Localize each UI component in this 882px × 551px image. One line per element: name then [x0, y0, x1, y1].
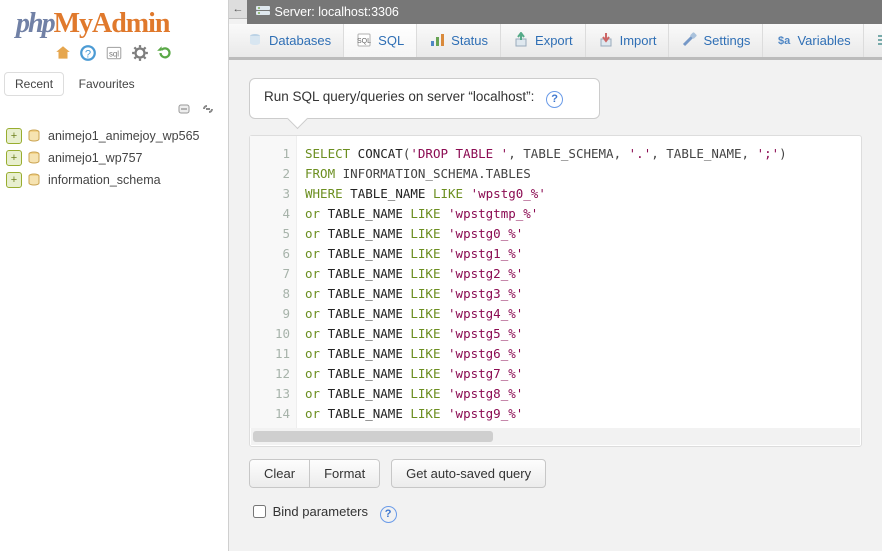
editor-buttons: Clear Format Get auto-saved query	[249, 459, 862, 488]
import-icon	[598, 27, 614, 43]
shortcut-bar: ? sql	[0, 40, 228, 70]
database-icon	[26, 173, 42, 187]
svg-text:SQL: SQL	[357, 38, 371, 45]
database-icon	[26, 129, 42, 143]
tab-more[interactable]: C	[864, 24, 882, 57]
expand-icon[interactable]: +	[6, 172, 22, 188]
tab-label: Status	[451, 33, 488, 48]
bind-row: Bind parameters ?	[249, 502, 862, 523]
clear-button[interactable]: Clear	[249, 459, 310, 488]
scroll-thumb[interactable]	[253, 431, 493, 442]
main-panel: ← Server: localhost:3306 DatabasesSQLSQL…	[229, 0, 882, 551]
sql-icon: SQL	[356, 27, 372, 43]
tab-label: Variables	[797, 33, 850, 48]
sql-editor[interactable]: 123456789101112131415 SELECT CONCAT('DRO…	[249, 135, 862, 447]
tab-export[interactable]: Export	[501, 24, 586, 57]
local-tabs: Recent Favourites	[4, 72, 228, 96]
bind-label: Bind parameters	[273, 504, 368, 519]
tree-item[interactable]: + animejo1_wp757	[4, 147, 228, 169]
tab-sql[interactable]: SQL SQL	[344, 24, 417, 60]
tab-settings[interactable]: Settings	[669, 24, 763, 57]
tab-favourites[interactable]: Favourites	[68, 72, 146, 96]
more-icon	[876, 27, 882, 43]
server-bar: Server: localhost:3306	[247, 0, 882, 24]
logo[interactable]: phpMyAdmin	[0, 0, 228, 40]
help-icon[interactable]: ?	[546, 91, 563, 108]
expand-icon[interactable]: +	[6, 150, 22, 166]
status-icon	[429, 27, 445, 43]
tab-label: Databases	[269, 33, 331, 48]
expand-icon[interactable]: +	[6, 128, 22, 144]
tab-label: SQL	[378, 33, 404, 48]
link-icon[interactable]	[200, 102, 216, 116]
bind-checkbox[interactable]	[253, 505, 266, 518]
sql-hint-text: Run SQL query/queries on server “localho…	[264, 89, 534, 104]
svg-text:?: ?	[85, 49, 91, 61]
logo-myadmin: MyAdmin	[54, 8, 170, 39]
bind-help-icon[interactable]: ?	[380, 506, 397, 523]
tab-label: Export	[535, 33, 573, 48]
home-icon[interactable]	[54, 44, 72, 62]
collapse-handle[interactable]: ←	[229, 0, 248, 19]
nav-sidebar: phpMyAdmin ? sql Recent Favourites + anim…	[0, 0, 229, 551]
tab-import[interactable]: Import	[586, 24, 670, 57]
tree-item-label: information_schema	[48, 173, 161, 187]
tree-item[interactable]: + animejo1_animejoy_wp565	[4, 125, 228, 147]
tree-item-label: animejo1_animejoy_wp565	[48, 129, 200, 143]
logout-icon[interactable]: ?	[79, 44, 97, 62]
svg-text:$a: $a	[778, 35, 791, 47]
logo-php: php	[16, 8, 54, 39]
tree-item[interactable]: + information_schema	[4, 169, 228, 191]
tab-label: Settings	[703, 33, 750, 48]
database-icon	[26, 151, 42, 165]
server-link[interactable]: localhost:3306	[318, 5, 399, 19]
sql-hint: Run SQL query/queries on server “localho…	[249, 78, 600, 119]
tab-status[interactable]: Status	[417, 24, 501, 57]
tree-item-label: animejo1_wp757	[48, 151, 143, 165]
collapse-icon[interactable]	[178, 102, 194, 116]
autosaved-button[interactable]: Get auto-saved query	[391, 459, 546, 488]
format-button[interactable]: Format	[310, 459, 380, 488]
settings-icon[interactable]	[131, 44, 149, 62]
svg-text:sql: sql	[109, 49, 119, 58]
variables-icon: $a	[775, 27, 791, 43]
server-label: Server:	[274, 5, 314, 19]
tab-databases[interactable]: Databases	[235, 24, 344, 57]
tab-label: Import	[620, 33, 657, 48]
line-gutter: 123456789101112131415	[250, 136, 297, 428]
h-scrollbar[interactable]	[251, 428, 860, 445]
settings-icon	[681, 27, 697, 43]
tab-recent[interactable]: Recent	[4, 72, 64, 96]
tab-variables[interactable]: $a Variables	[763, 24, 863, 57]
top-tabs: Databases SQL SQL Status Export Import Setting…	[229, 24, 882, 60]
server-icon	[255, 5, 271, 19]
db-tree: +animejo1_animejoy_wp565+animejo1_wp757+…	[0, 123, 228, 191]
sql-icon[interactable]: sql	[105, 44, 123, 62]
export-icon	[513, 27, 529, 43]
refresh-icon[interactable]	[156, 44, 174, 62]
code-area[interactable]: SELECT CONCAT('DROP TABLE ', TABLE_SCHEM…	[297, 136, 861, 428]
databases-icon	[247, 27, 263, 43]
